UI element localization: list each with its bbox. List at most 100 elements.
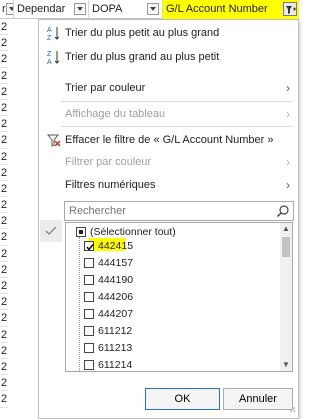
dependant-filter-dropdown-button[interactable]: [74, 3, 86, 15]
list-vertical-scrollbar[interactable]: ▲ ▼: [280, 223, 292, 371]
list-item-checkbox[interactable]: [84, 275, 94, 285]
left-cell[interactable]: 2: [0, 246, 8, 262]
list-item[interactable]: 611212: [84, 324, 264, 338]
header-cell-dependant: Dependar: [14, 0, 89, 19]
svg-text:A: A: [47, 27, 52, 34]
clear-filter-label: Effacer le filtre de « G/L Account Numbe…: [65, 134, 274, 146]
left-cell[interactable]: 2: [0, 278, 8, 295]
sort-by-color-item[interactable]: Trier par couleur ›: [39, 77, 298, 99]
left-column-cells: 222222222222222222222222: [0, 19, 8, 419]
list-item-label: 611213: [98, 342, 133, 354]
header-cell-dopa: DOPA: [89, 0, 163, 19]
left-cell[interactable]: 2: [0, 181, 8, 198]
checkmark-icon: [45, 226, 57, 235]
sort-ascending-item[interactable]: A Z Trier du plus petit au plus grand: [39, 22, 298, 44]
chevron-right-icon: ›: [286, 155, 290, 169]
left-cell[interactable]: 2: [0, 391, 8, 408]
menu-separator: [61, 101, 293, 102]
left-cell[interactable]: 2: [0, 100, 8, 117]
autofilter-menu: A Z Trier du plus petit au plus grand Z …: [38, 19, 299, 419]
chevron-right-icon: ›: [286, 178, 290, 192]
select-all-checkbox[interactable]: [76, 227, 86, 237]
list-item[interactable]: 611214: [84, 358, 264, 371]
left-cell[interactable]: 2: [0, 375, 8, 392]
search-input[interactable]: [65, 202, 275, 220]
menu-separator: [61, 126, 293, 127]
checkmark-icon-box: [40, 220, 62, 242]
list-item-checkbox[interactable]: [84, 292, 94, 302]
list-item-checkbox[interactable]: [84, 360, 94, 370]
list-item-checkbox[interactable]: [84, 343, 94, 353]
header-cell-gl-account: G/L Account Number: [163, 0, 299, 19]
sort-descending-item[interactable]: Z A Trier du plus grand au plus petit: [39, 46, 298, 68]
clear-filter-item[interactable]: Effacer le filtre de « G/L Account Numbe…: [39, 129, 298, 151]
search-box[interactable]: [64, 201, 294, 221]
number-filters-item[interactable]: Filtres numériques ›: [39, 174, 298, 196]
sort-az-icon: A Z: [47, 25, 61, 42]
left-cell[interactable]: 2: [0, 310, 8, 327]
resize-grip-icon[interactable]: [288, 404, 296, 416]
gl-filter-active-button[interactable]: [283, 2, 297, 16]
scroll-down-arrow-icon[interactable]: ▼: [280, 359, 292, 371]
list-item[interactable]: 444207: [84, 307, 264, 321]
list-item-checkbox[interactable]: [84, 258, 94, 268]
left-cell[interactable]: 2: [0, 165, 8, 181]
list-item-label: 611212: [98, 325, 133, 337]
chevron-right-icon: ›: [286, 107, 290, 121]
select-all-label: (Sélectionner tout): [90, 226, 176, 238]
sheet-view-label: Affichage du tableau: [65, 108, 166, 120]
list-item[interactable]: 444190: [84, 273, 264, 287]
svg-text:Z: Z: [47, 51, 52, 58]
list-item-label: 444157: [98, 257, 134, 269]
list-item[interactable]: 444157: [84, 256, 264, 270]
partial-filter-dropdown-button[interactable]: [6, 3, 13, 15]
left-cell[interactable]: 2: [0, 132, 8, 149]
left-cell[interactable]: 2: [0, 359, 8, 376]
sort-ascending-label: Trier du plus petit au plus grand: [65, 27, 220, 39]
filter-by-color-item: Filtrer par couleur ›: [39, 151, 298, 173]
list-item-label: 444190: [98, 274, 134, 286]
left-cell[interactable]: 2: [0, 197, 8, 214]
scroll-up-arrow-icon[interactable]: ▲: [280, 223, 292, 235]
list-item-label: 444206: [98, 291, 134, 303]
dopa-filter-dropdown-button[interactable]: [147, 3, 159, 15]
filter-values-list[interactable]: (Sélectionner tout) ▲ ▼ 442415 444157 4441…: [65, 222, 293, 372]
list-item[interactable]: 611213: [84, 341, 264, 355]
left-cell[interactable]: 2: [0, 213, 8, 230]
cancel-button[interactable]: Annuler: [223, 388, 293, 410]
list-item-label: 442415: [98, 240, 134, 252]
left-cell[interactable]: 2: [0, 294, 8, 311]
checkmark-icon: [86, 244, 94, 251]
scrollbar-thumb[interactable]: [282, 237, 290, 257]
left-cell[interactable]: 2: [0, 149, 8, 165]
ok-button[interactable]: OK: [145, 388, 220, 410]
left-cell[interactable]: 2: [0, 229, 8, 246]
chevron-right-icon: ›: [286, 81, 290, 95]
select-all-item[interactable]: (Sélectionner tout): [74, 225, 274, 239]
list-item-checkbox[interactable]: [84, 326, 94, 336]
header-dependant-label: Dependar: [17, 3, 66, 15]
left-cell[interactable]: 2: [0, 35, 8, 52]
list-item-checkbox[interactable]: [84, 309, 94, 319]
list-item[interactable]: 442415: [84, 239, 264, 253]
column-header-row: r Dependar DOPA G/L Account Number: [0, 0, 299, 19]
left-cell[interactable]: 2: [0, 84, 8, 100]
list-item[interactable]: 444206: [84, 290, 264, 304]
header-dopa-label: DOPA: [92, 3, 123, 15]
svg-text:Z: Z: [47, 35, 52, 41]
filter-funnel-icon: [286, 6, 296, 14]
sheet-view-item: Affichage du tableau ›: [39, 103, 298, 125]
list-item-checkbox[interactable]: [84, 241, 94, 251]
left-cell[interactable]: 2: [0, 327, 8, 343]
left-cell[interactable]: 2: [0, 262, 8, 278]
tree-connector-line: [79, 237, 80, 371]
header-gl-label: G/L Account Number: [166, 3, 268, 15]
list-item-label: 444207: [98, 308, 134, 320]
left-cell[interactable]: 2: [0, 19, 8, 36]
left-cell[interactable]: 2: [0, 116, 8, 133]
left-cell[interactable]: 2: [0, 68, 8, 84]
left-cell[interactable]: 2: [0, 51, 8, 68]
search-icon: [276, 204, 290, 221]
sort-descending-label: Trier du plus grand au plus petit: [65, 51, 220, 63]
left-cell[interactable]: 2: [0, 343, 8, 359]
